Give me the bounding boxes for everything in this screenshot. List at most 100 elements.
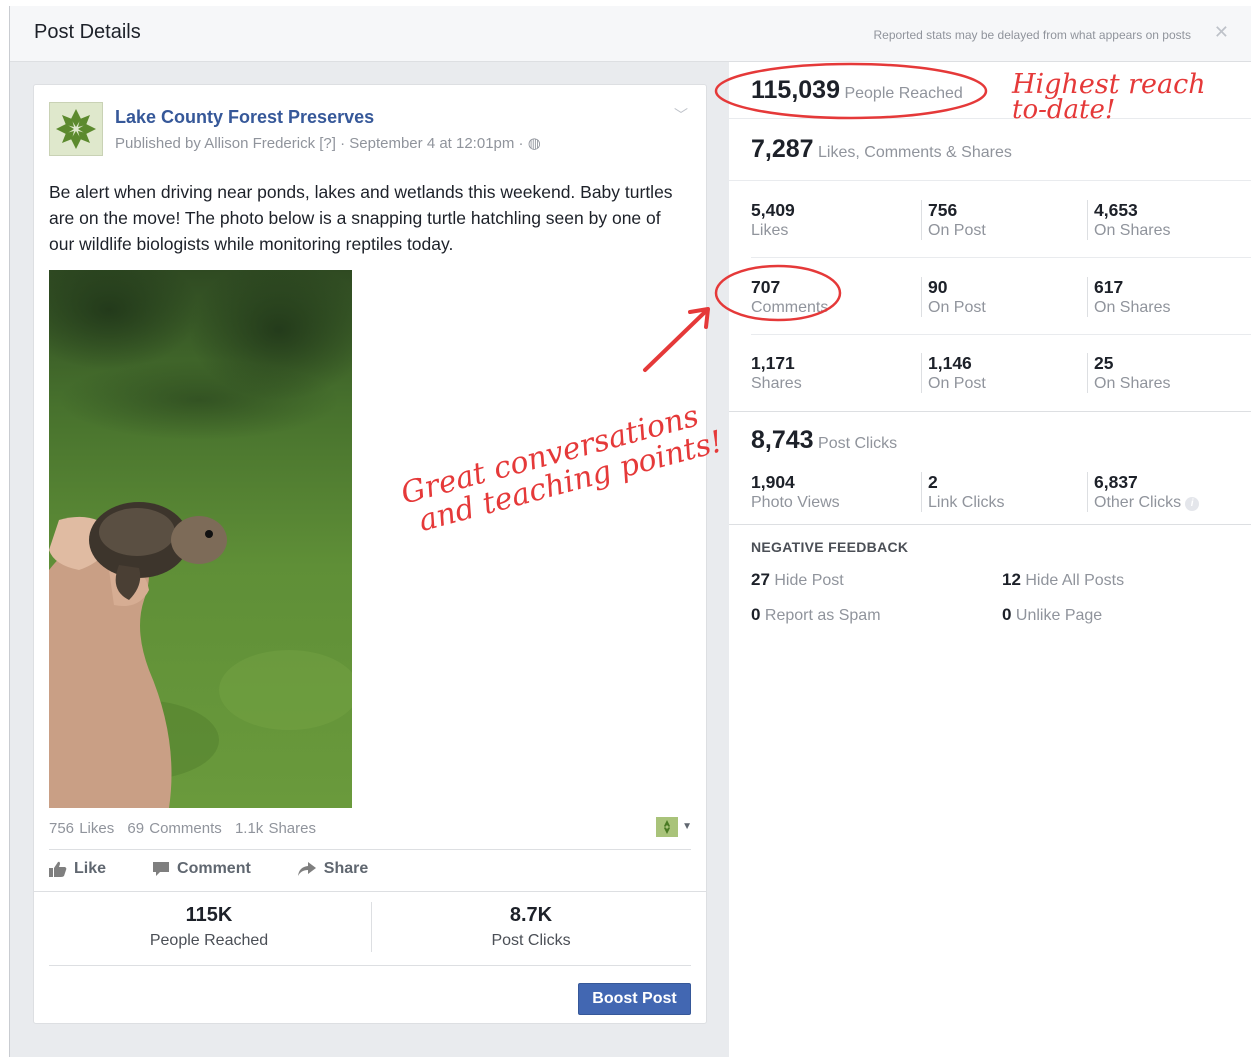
comments-total-value: 707 <box>751 277 781 297</box>
comments-on-shares-value: 617 <box>1094 277 1124 297</box>
shares-on-post: 1,146 On Post <box>921 353 986 393</box>
hide-all-label: Hide All Posts <box>1025 572 1125 589</box>
shares-total: 1,171 Shares <box>751 353 802 393</box>
dialog-header: Post Details Reported stats may be delay… <box>10 6 1251 62</box>
clicks-label: Post Clicks <box>818 435 898 452</box>
turtle-hatchling-photo <box>49 270 352 808</box>
shares-on-post-value: 1,146 <box>928 353 972 373</box>
hide-all-posts-stat: 12 Hide All Posts <box>1002 570 1124 590</box>
comments-total-label: Comments <box>751 299 829 316</box>
page-name-link[interactable]: Lake County Forest Preserves <box>115 107 374 128</box>
engagement-value: 7,287 <box>751 135 814 163</box>
chevron-down-icon[interactable]: ﹀ <box>674 105 688 125</box>
likes-on-shares-value: 4,653 <box>1094 200 1138 220</box>
shares-total-value: 1,171 <box>751 353 795 373</box>
summary-clicks-value: 8.7K <box>509 904 553 926</box>
photo-views-value: 1,904 <box>751 472 795 492</box>
report-spam-value: 0 <box>751 605 761 624</box>
summary-reached-label: People Reached <box>149 932 269 949</box>
link-clicks-label: Link Clicks <box>928 494 1005 511</box>
post-actions: Like Comment Share <box>49 860 368 878</box>
info-icon[interactable]: i <box>1185 497 1200 511</box>
hide-post-label: Hide Post <box>774 572 844 589</box>
comments-on-post: 90 On Post <box>921 277 986 317</box>
shares-on-post-label: On Post <box>928 375 986 392</box>
other-clicks: 6,837 Other Clicks i <box>1087 472 1200 512</box>
reach-row: 115,039 People Reached <box>729 62 1251 119</box>
likes-on-shares: 4,653 On Shares <box>1087 200 1170 240</box>
shares-on-shares-label: On Shares <box>1094 375 1171 392</box>
reach-label: People Reached <box>844 85 963 102</box>
comments-on-shares-label: On Shares <box>1094 299 1171 316</box>
thumbs-up-icon <box>49 861 67 877</box>
shares-on-shares: 25 On Shares <box>1087 353 1170 393</box>
comments-total: 707 Comments <box>751 277 828 317</box>
likes-total-label: Likes <box>751 222 789 239</box>
unlike-page-stat: 0 Unlike Page <box>1002 605 1102 625</box>
divider <box>729 524 1251 525</box>
shares-count[interactable]: 1.1k Shares <box>235 820 316 837</box>
other-clicks-label: Other Clicks <box>1094 494 1182 511</box>
post-summary: 115K People Reached 8.7K Post Clicks <box>34 891 706 965</box>
post-text: Be alert when driving near ponds, lakes … <box>49 182 673 254</box>
divider <box>751 334 1251 335</box>
photo-views: 1,904 Photo Views <box>751 472 840 512</box>
divider <box>49 849 691 850</box>
shares-on-shares-value: 25 <box>1094 353 1114 373</box>
caret-down-icon[interactable]: ▼ <box>682 821 692 832</box>
likes-on-post-label: On Post <box>928 222 986 239</box>
comment-button[interactable]: Comment <box>152 860 251 878</box>
comments-on-post-label: On Post <box>928 299 986 316</box>
hide-post-value: 27 <box>751 570 770 589</box>
report-spam-label: Report as Spam <box>764 607 881 624</box>
photo-views-label: Photo Views <box>751 494 840 511</box>
unlike-page-value: 0 <box>1002 605 1012 624</box>
comments-on-post-value: 90 <box>928 277 948 297</box>
link-clicks-value: 2 <box>928 472 938 492</box>
summary-reached: 115K People Reached <box>49 904 369 950</box>
post-meta: Published by Allison Frederick [?] · Sep… <box>115 135 541 152</box>
hide-all-value: 12 <box>1002 570 1021 589</box>
report-spam-stat: 0 Report as Spam <box>751 605 881 625</box>
likes-count[interactable]: 756 Likes <box>49 820 114 837</box>
reach-value: 115,039 <box>751 76 840 104</box>
page-logo[interactable] <box>49 102 103 156</box>
other-clicks-label-row: Other Clicks i <box>1094 494 1200 512</box>
divider <box>49 965 691 966</box>
clicks-value: 8,743 <box>751 426 814 454</box>
page-avatar-icon[interactable] <box>656 817 678 837</box>
post-details-dialog: Post Details Reported stats may be delay… <box>9 6 1251 1057</box>
engagement-breakdown: 5,409 Likes 756 On Post 4,653 On Shares … <box>729 181 1251 411</box>
divider <box>729 411 1251 412</box>
post-preview-card: Lake County Forest Preserves Published b… <box>33 84 707 1024</box>
comment-bubble-icon <box>153 862 170 876</box>
boost-post-button[interactable]: Boost Post <box>578 983 691 1015</box>
shares-total-label: Shares <box>751 375 802 392</box>
post-stats-panel: 115,039 People Reached 7,287 Likes, Comm… <box>729 62 1251 1057</box>
likes-on-post: 756 On Post <box>921 200 986 240</box>
close-icon[interactable]: ✕ <box>1214 22 1229 43</box>
comments-count[interactable]: 69 Comments <box>127 820 221 837</box>
negative-feedback-heading: NEGATIVE FEEDBACK <box>751 539 909 555</box>
likes-on-post-value: 756 <box>928 200 958 220</box>
like-label: Like <box>74 860 107 877</box>
like-button[interactable]: Like <box>49 860 106 878</box>
engagement-row: 7,287 Likes, Comments & Shares <box>729 119 1251 181</box>
stats-delay-note: Reported stats may be delayed from what … <box>873 28 1191 42</box>
leaf-logo-icon <box>56 109 96 149</box>
summary-reached-value: 115K <box>185 904 233 926</box>
clicks-row: 8,743 Post Clicks <box>751 426 897 455</box>
comment-label: Comment <box>177 860 251 877</box>
dialog-title: Post Details <box>34 21 141 43</box>
share-button[interactable]: Share <box>297 860 368 878</box>
engagement-label: Likes, Comments & Shares <box>818 144 1012 161</box>
divider <box>751 257 1251 258</box>
link-clicks: 2 Link Clicks <box>921 472 1004 512</box>
share-arrow-icon <box>297 862 316 876</box>
comments-on-shares: 617 On Shares <box>1087 277 1170 317</box>
post-engagement-counts[interactable]: 756 Likes 69 Comments 1.1k Shares <box>49 820 324 837</box>
summary-clicks-label: Post Clicks <box>491 932 571 949</box>
share-label: Share <box>323 860 369 877</box>
post-photo[interactable] <box>49 270 352 808</box>
unlike-page-label: Unlike Page <box>1015 607 1103 624</box>
